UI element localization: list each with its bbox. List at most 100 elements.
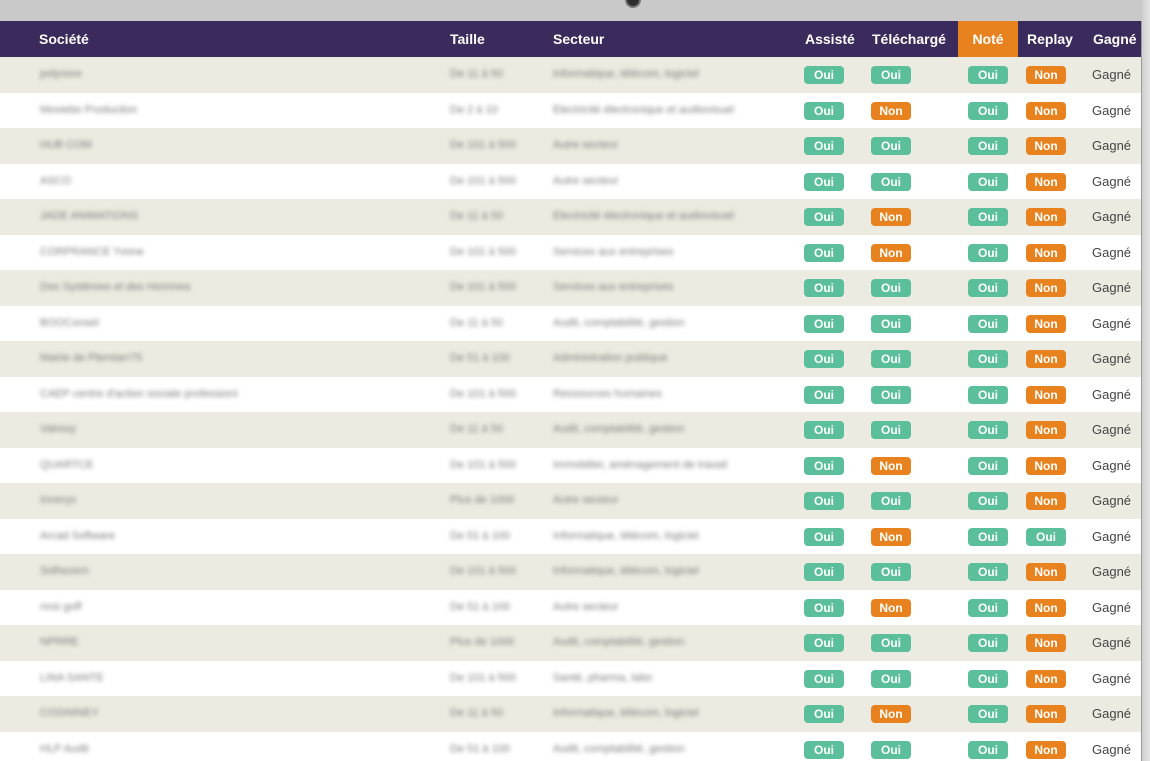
cell-gagne: Gagné — [1092, 102, 1132, 118]
table-row[interactable]: Moviebo Production De 2 à 10 Electricité é… — [0, 92, 1141, 128]
column-header-secteur[interactable]: Secteur — [553, 21, 604, 57]
cell-gagne: Gagné — [1092, 493, 1132, 508]
cell-gagne: Gagné — [1092, 209, 1132, 224]
cell-societe: Moviebo Production — [40, 103, 138, 116]
cell-gagne: Gagné — [1092, 173, 1132, 189]
window-edge — [1142, 0, 1150, 761]
badge-telecharge: Oui — [871, 350, 911, 368]
cell-taille: De 11 à 50 — [450, 423, 504, 435]
cell-taille: De 51 à 100 — [450, 742, 510, 755]
table-row[interactable]: HLP Audit De 51 à 100 Audit, comptabilité,… — [0, 731, 1141, 761]
table-row[interactable]: Arcad Software De 51 à 100 Informatique, t… — [0, 518, 1141, 554]
badge-note: Oui — [968, 634, 1008, 652]
badge-replay: Non — [1026, 456, 1066, 475]
cell-secteur: Ressources humaines — [553, 387, 662, 400]
badge-assiste: Oui — [804, 137, 844, 155]
table-row[interactable]: Des Systèmes et des Hommes De 101 à 500 Se… — [0, 270, 1141, 306]
cell-taille: De 51 à 100 — [450, 600, 510, 613]
cell-societe: BOOConsel — [40, 316, 99, 329]
badge-note: Oui — [968, 279, 1008, 297]
badge-assiste: Oui — [804, 279, 844, 297]
badge-note: Oui — [968, 243, 1008, 262]
badge-assiste: Oui — [804, 456, 844, 475]
column-header-assiste[interactable]: Assisté — [805, 21, 855, 57]
badge-assiste: Oui — [804, 421, 844, 439]
cell-taille: De 101 à 500 — [450, 671, 517, 684]
badge-note: Oui — [968, 705, 1008, 723]
badge-replay: Non — [1026, 563, 1066, 581]
badge-replay: Non — [1026, 243, 1066, 262]
cell-secteur: Informatique, télécom, logiciel — [553, 68, 699, 80]
badge-assiste: Oui — [804, 705, 844, 723]
table-row[interactable]: JADE ANIMATIONS De 11 à 50 Electricité éle… — [0, 199, 1141, 235]
table-row[interactable]: CAEP centre d'action sociale professioni… — [0, 376, 1141, 412]
cell-secteur: Services aux entreprises — [553, 281, 674, 293]
table-row[interactable]: Valrexy De 11 à 50 Audit, comptabilité, ge… — [0, 412, 1141, 448]
cell-taille: De 2 à 10 — [450, 103, 498, 116]
badge-note: Oui — [968, 456, 1008, 475]
table-row[interactable]: ASCO De 101 à 500 Autre secteur Oui Oui Oui No… — [0, 163, 1141, 199]
badge-telecharge: Oui — [871, 669, 911, 688]
badge-assiste: Oui — [804, 563, 844, 581]
table-row[interactable]: BOOConsel De 11 à 50 Audit, comptabilité, … — [0, 305, 1141, 341]
cell-secteur: Autre secteur — [553, 494, 619, 506]
badge-note: Oui — [968, 740, 1008, 759]
badge-note: Oui — [968, 172, 1008, 191]
badge-note: Oui — [968, 314, 1008, 333]
cell-secteur: Santé, pharma, labo — [553, 671, 653, 684]
cell-gagne: Gagné — [1092, 528, 1132, 544]
cell-taille: De 51 à 100 — [450, 352, 510, 364]
badge-note: Oui — [968, 385, 1008, 404]
badge-telecharge: Oui — [871, 634, 911, 652]
cell-taille: De 51 à 100 — [450, 529, 510, 542]
cell-taille: De 101 à 500 — [450, 139, 517, 151]
badge-replay: Non — [1026, 314, 1066, 333]
column-header-societe[interactable]: Société — [39, 21, 89, 57]
badge-telecharge: Oui — [871, 314, 911, 333]
table-row[interactable]: Innerys Plus de 1000 Autre secteur Oui Oui Ou… — [0, 483, 1141, 519]
cell-taille: De 101 à 500 — [450, 458, 517, 471]
cell-societe: CORPRANCE Yvone — [40, 245, 144, 258]
column-header-replay[interactable]: Replay — [1027, 21, 1073, 57]
badge-telecharge: Oui — [871, 492, 911, 510]
cell-gagne: Gagné — [1092, 741, 1132, 757]
cell-societe: NPRRE — [40, 636, 79, 648]
badge-note: Oui — [968, 421, 1008, 439]
cell-gagne: Gagné — [1092, 599, 1132, 615]
cell-societe: COGNINEY — [40, 707, 99, 719]
table-row[interactable]: nnsi goff De 51 à 100 Autre secteur Oui Non O… — [0, 589, 1141, 625]
table-row[interactable]: Sidhezem De 101 à 500 Informatique, téléco… — [0, 554, 1141, 590]
cell-secteur: Administration publique — [553, 352, 668, 364]
column-header-telecharge[interactable]: Téléchargé — [872, 21, 946, 57]
cell-gagne: Gagné — [1092, 280, 1132, 295]
table-row[interactable]: polyvore De 11 à 50 Informatique, télécom,… — [0, 57, 1141, 93]
cell-secteur: Immobilier, aménagement de travail — [553, 458, 728, 471]
badge-assiste: Oui — [804, 740, 844, 759]
cell-societe: Arcad Software — [40, 529, 116, 542]
cell-gagne: Gagné — [1092, 564, 1132, 579]
badge-assiste: Oui — [804, 385, 844, 404]
table-row[interactable]: CORPRANCE Yvone De 101 à 500 Services aux … — [0, 234, 1141, 270]
badge-replay: Non — [1026, 385, 1066, 404]
column-header-taille[interactable]: Taille — [450, 21, 485, 57]
cell-societe: polyvore — [40, 68, 82, 80]
table-header: Société Taille Secteur Assisté Télécharg… — [0, 21, 1141, 57]
cell-secteur: Informatique, télécom, logiciel — [553, 565, 699, 577]
badge-replay: Non — [1026, 350, 1066, 368]
badge-telecharge: Non — [871, 243, 911, 262]
table-row[interactable]: QUARTCE De 101 à 500 Immobilier, aménageme… — [0, 447, 1141, 483]
column-header-gagne[interactable]: Gagné — [1093, 21, 1137, 57]
table-row[interactable]: NPRRE Plus de 1000 Audit, comptabilité, ge… — [0, 625, 1141, 661]
badge-telecharge: Oui — [871, 563, 911, 581]
badge-assiste: Oui — [804, 243, 844, 262]
table-row[interactable]: LINA SANTE De 101 à 500 Santé, pharma, lab… — [0, 660, 1141, 696]
table-row[interactable]: COGNINEY De 11 à 50 Informatique, télécom,… — [0, 696, 1141, 732]
cell-societe: HLP Audit — [40, 742, 89, 755]
table-row[interactable]: Mairie de Plemtarr75 De 51 à 100 Administr… — [0, 341, 1141, 377]
cell-secteur: Autre secteur — [553, 174, 619, 187]
cell-gagne: Gagné — [1092, 244, 1132, 260]
cell-societe: QUARTCE — [40, 458, 94, 471]
badge-replay: Non — [1026, 598, 1066, 617]
column-header-note-active[interactable]: Noté — [958, 21, 1018, 57]
table-row[interactable]: HUB COM De 101 à 500 Autre secteur Oui Oui Ou… — [0, 128, 1141, 164]
